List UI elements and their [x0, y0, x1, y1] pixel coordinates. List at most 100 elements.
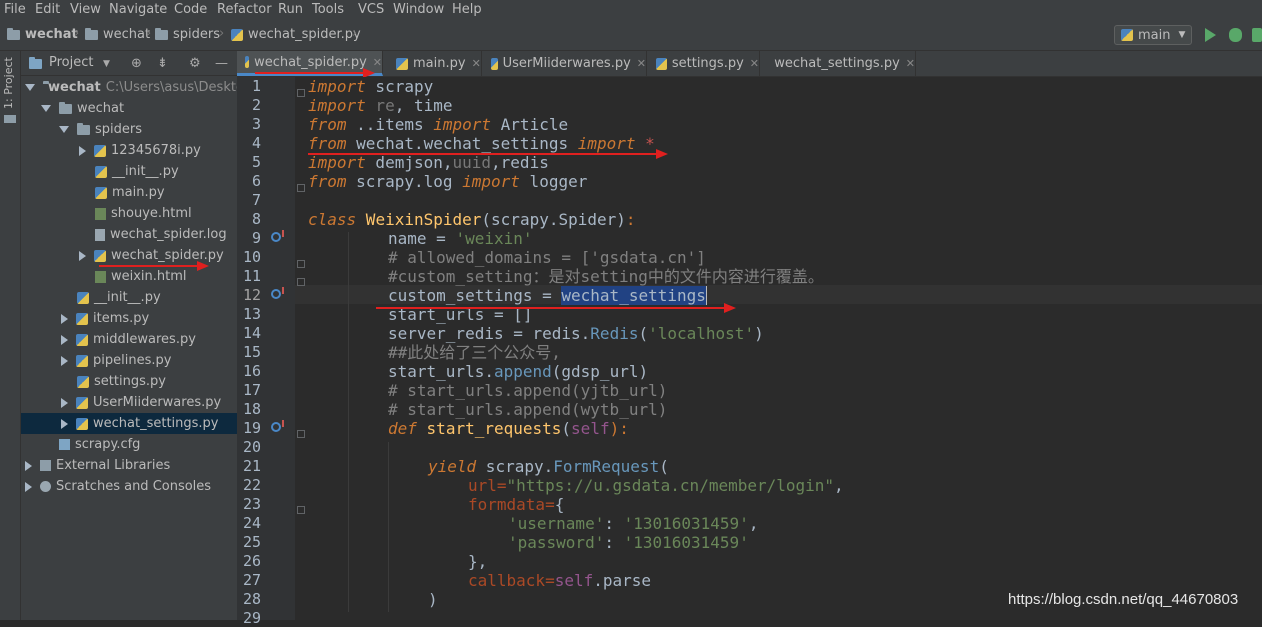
close-icon[interactable]: ✕ [637, 57, 646, 70]
breadcrumb-file[interactable]: wechat_spider.py [231, 27, 361, 42]
fold-icon[interactable] [297, 506, 305, 514]
annotation-arrowhead [197, 261, 209, 271]
code-line-28: ) [428, 590, 438, 609]
run-configuration-select[interactable]: main ▼ [1114, 25, 1192, 45]
fold-icon[interactable] [297, 184, 305, 192]
editor-tabs: wechat_spider.py ✕ main.py ✕ UserMiiderwar… [237, 51, 1262, 78]
hide-icon[interactable]: — [215, 56, 228, 71]
annotation-arrowhead [656, 149, 668, 159]
tree-item-external-libraries[interactable]: External Libraries [21, 455, 237, 476]
breadcrumb-package[interactable]: wechat [85, 27, 150, 42]
override-marker-icon[interactable] [271, 287, 284, 299]
code-line-27: callback=self.parse [468, 571, 652, 590]
override-marker-icon[interactable] [271, 230, 284, 242]
breadcrumb-project[interactable]: wechat [7, 27, 78, 42]
gear-icon[interactable]: ⚙ [189, 56, 201, 71]
menu-file[interactable]: File [4, 2, 26, 17]
coverage-icon[interactable] [1252, 28, 1262, 42]
tab-settings[interactable]: settings.py ✕ [648, 51, 760, 76]
menu-help[interactable]: Help [452, 2, 482, 17]
override-marker-icon[interactable] [271, 420, 284, 432]
tree-item-12345678i[interactable]: 12345678i.py [21, 140, 237, 161]
line-number: 25 [242, 533, 261, 551]
code-line-25: 'password': '13016031459' [508, 533, 749, 552]
tab-main[interactable]: main.py ✕ [388, 51, 482, 76]
tree-item-wechat[interactable]: wechat [21, 98, 237, 119]
menu-vcs[interactable]: VCS [358, 2, 384, 17]
code-line-17: # start_urls.append(yjtb_url) [388, 381, 668, 400]
watermark: https://blog.csdn.net/qq_44670803 [1008, 591, 1239, 608]
project-tool-window-button[interactable]: 1: Project [2, 57, 15, 109]
close-icon[interactable]: ✕ [373, 56, 382, 69]
menu-code[interactable]: Code [174, 2, 207, 17]
code-line-2: import re, time [308, 96, 453, 115]
tree-item-wechat-root[interactable]: wechatC:\Users\asus\Desktop [21, 77, 237, 98]
tab-usermiiderwares[interactable]: UserMiiderwares.py ✕ [483, 51, 647, 76]
tree-item-init-wechat[interactable]: __init__.py [21, 287, 237, 308]
code-line-24: 'username': '13016031459', [508, 514, 759, 533]
tree-item-pipelines[interactable]: pipelines.py [21, 350, 237, 371]
chevron-down-icon[interactable]: ▼ [103, 59, 110, 69]
tree-item-main[interactable]: main.py [21, 182, 237, 203]
fold-icon[interactable] [297, 430, 305, 438]
project-icon [29, 57, 42, 69]
tree-item-scratches[interactable]: Scratches and Consoles [21, 476, 237, 497]
line-number: 11 [242, 267, 261, 285]
code-editor[interactable]: 1 2 3 4 5 6 7 8 9 10 11 12 13 14 15 16 17 18 19 20 21 22 23 24 2… [237, 77, 1262, 627]
close-icon[interactable]: ✕ [906, 57, 915, 70]
menu-view[interactable]: View [70, 2, 101, 17]
tree-item-spider-log[interactable]: wechat_spider.log [21, 224, 237, 245]
code-line-5: import demjson,uuid,redis [308, 153, 549, 172]
close-icon[interactable]: ✕ [750, 57, 759, 70]
project-view-select[interactable]: Project [49, 55, 93, 70]
code-line-19: def start_requests(self): [388, 419, 629, 438]
menu-tools[interactable]: Tools [312, 2, 344, 17]
code-line-15: ##此处给了三个公众号, [388, 343, 561, 362]
tree-item-settings[interactable]: settings.py [21, 371, 237, 392]
collapse-icon[interactable]: ⇟ [157, 56, 168, 71]
folder-icon [85, 27, 98, 40]
line-number: 24 [242, 514, 261, 532]
tab-wechat-settings[interactable]: wechat_settings.py ✕ [761, 51, 916, 76]
fold-icon[interactable] [297, 278, 305, 286]
menu-bar: File Edit View Navigate Code Refactor Ru… [0, 0, 1262, 20]
code-line-12: custom_settings = wechat_settings [388, 286, 707, 305]
line-number: 27 [242, 571, 261, 589]
menu-refactor[interactable]: Refactor [217, 2, 272, 17]
menu-edit[interactable]: Edit [35, 2, 60, 17]
menu-window[interactable]: Window [393, 2, 444, 17]
breadcrumb-spiders[interactable]: spiders [155, 27, 220, 42]
line-number: 10 [242, 248, 261, 266]
tree-item-usermiiderwares[interactable]: UserMiiderwares.py [21, 392, 237, 413]
line-number: 21 [242, 457, 261, 475]
debug-icon[interactable] [1229, 28, 1242, 42]
code-line-26: }, [468, 552, 488, 571]
code-line-23: formdata={ [468, 495, 565, 514]
tree-item-init-spiders[interactable]: __init__.py [21, 161, 237, 182]
run-icon[interactable] [1205, 28, 1216, 42]
tree-item-spiders[interactable]: spiders [21, 119, 237, 140]
line-number: 1 [251, 77, 261, 95]
folder-icon [155, 27, 168, 40]
left-tool-strip: 1: Project [0, 51, 21, 620]
tree-item-wechat-settings[interactable]: wechat_settings.py [21, 413, 237, 434]
line-number: 15 [242, 343, 261, 361]
tree-item-scrapy-cfg[interactable]: scrapy.cfg [21, 434, 237, 455]
line-number: 5 [251, 153, 261, 171]
code-line-3: from ..items import Article [308, 115, 569, 134]
line-number: 20 [242, 438, 261, 456]
line-number: 9 [251, 229, 261, 247]
line-number: 13 [242, 305, 261, 323]
tree-item-shouye-html[interactable]: shouye.html [21, 203, 237, 224]
target-icon[interactable]: ⊕ [131, 56, 142, 71]
fold-icon[interactable] [297, 89, 305, 97]
close-icon[interactable]: ✕ [472, 57, 481, 70]
fold-icon[interactable] [297, 260, 305, 268]
code-line-1: import scrapy [308, 77, 434, 96]
menu-navigate[interactable]: Navigate [109, 2, 167, 17]
menu-run[interactable]: Run [278, 2, 303, 17]
tree-item-middlewares[interactable]: middlewares.py [21, 329, 237, 350]
code-line-14: server_redis = redis.Redis('localhost') [388, 324, 764, 343]
line-number: 23 [242, 495, 261, 513]
tree-item-items[interactable]: items.py [21, 308, 237, 329]
